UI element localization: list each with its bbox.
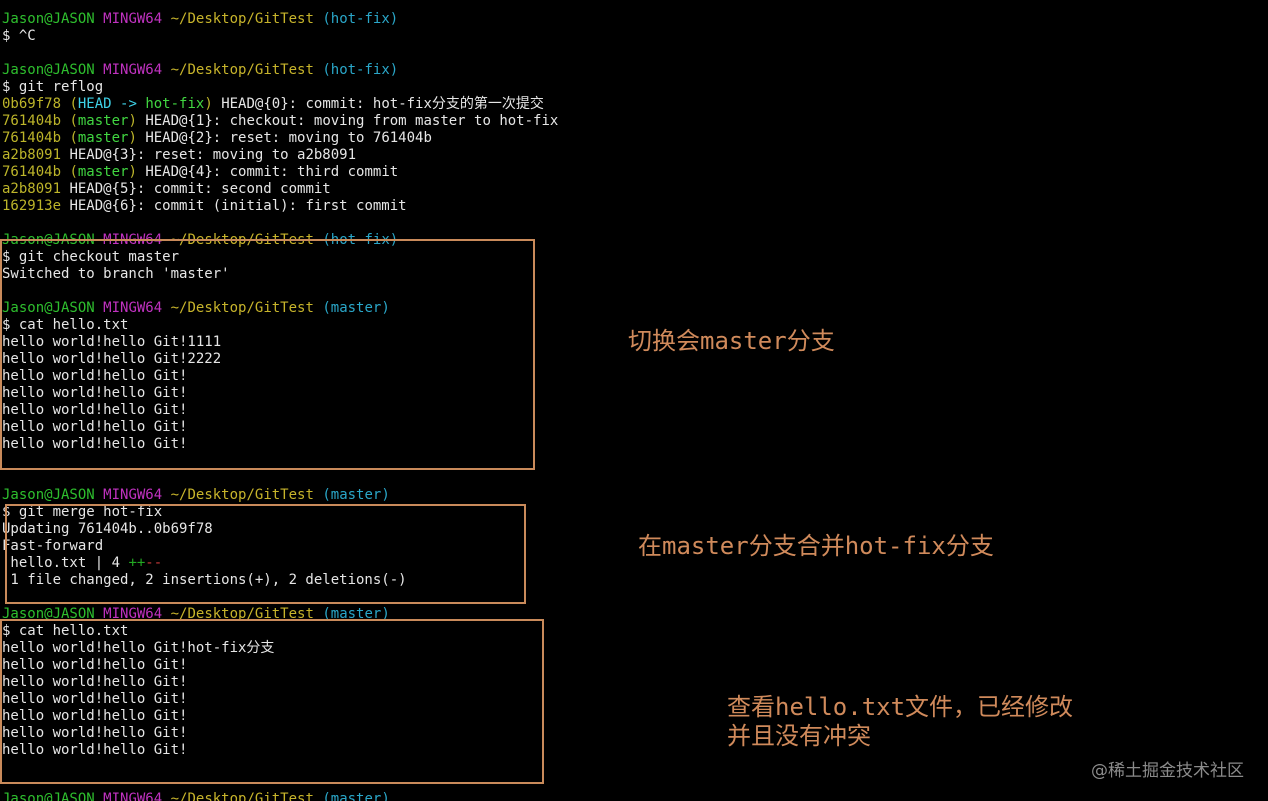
prompt-branch: (master) (322, 487, 390, 503)
commit-hash: 761404b (2, 130, 62, 146)
highlight-box-merge (5, 504, 526, 604)
prompt-branch: (hot-fix) (322, 62, 399, 78)
highlight-box-checkout (0, 239, 535, 470)
branch-ref: master (77, 113, 129, 129)
command-line: $ git reflog (2, 79, 104, 95)
commit-hash: a2b8091 (2, 181, 62, 197)
annotation-switch: 切换会master分支 (628, 327, 835, 355)
reflog-line: 761404b (master) HEAD@{4}: commit: third… (2, 164, 399, 180)
commit-hash: 761404b (2, 113, 62, 129)
prompt-system: MINGW64 (103, 487, 163, 503)
annotation-view-line1: 查看hello.txt文件，已经修改 (727, 693, 1074, 721)
prompt-line: Jason@JASON MINGW64 ~/Desktop/GitTest (h… (2, 62, 398, 79)
prompt-branch: (hot-fix) (322, 11, 399, 27)
reflog-line: 761404b (master) HEAD@{1}: checkout: mov… (2, 113, 559, 129)
command-line: $ ^C (2, 28, 36, 44)
prompt-line: Jason@JASON MINGW64 ~/Desktop/GitTest (m… (2, 487, 390, 504)
commit-hash: 0b69f78 (2, 96, 62, 112)
reflog-line: 0b69f78 (HEAD -> hot-fix) HEAD@{0}: comm… (2, 96, 544, 112)
prompt-user: Jason@JASON (2, 791, 95, 801)
commit-hash: 761404b (2, 164, 62, 180)
prompt-path: ~/Desktop/GitTest (170, 62, 314, 78)
highlight-box-result (0, 619, 544, 784)
prompt-system: MINGW64 (103, 62, 163, 78)
reflog-line: a2b8091 HEAD@{3}: reset: moving to a2b80… (2, 147, 357, 163)
prompt-path: ~/Desktop/GitTest (170, 487, 314, 503)
reflog-line: a2b8091 HEAD@{5}: commit: second commit (2, 181, 331, 197)
prompt-path: ~/Desktop/GitTest (170, 11, 314, 27)
head-ref: HEAD -> (77, 96, 146, 112)
prompt-user: Jason@JASON (2, 487, 95, 503)
branch-ref: hot-fix (145, 96, 205, 112)
prompt-branch: (master) (322, 791, 390, 801)
watermark: @稀土掘金技术社区 (1091, 761, 1244, 781)
commit-hash: a2b8091 (2, 147, 62, 163)
prompt-line: Jason@JASON MINGW64 ~/Desktop/GitTest (h… (2, 11, 398, 28)
commit-hash: 162913e (2, 198, 62, 214)
prompt-user: Jason@JASON (2, 11, 95, 27)
prompt-line: Jason@JASON MINGW64 ~/Desktop/GitTest (m… (2, 791, 390, 801)
prompt-system: MINGW64 (103, 791, 163, 801)
prompt-path: ~/Desktop/GitTest (170, 791, 314, 801)
annotation-view-line2: 并且没有冲突 (727, 722, 871, 750)
annotation-merge: 在master分支合并hot-fix分支 (638, 532, 994, 560)
terminal-window[interactable]: Jason@JASON MINGW64 ~/Desktop/GitTest (h… (0, 0, 1268, 801)
reflog-line: 162913e HEAD@{6}: commit (initial): firs… (2, 198, 407, 214)
prompt-system: MINGW64 (103, 11, 163, 27)
branch-ref: master (77, 164, 129, 180)
prompt-user: Jason@JASON (2, 62, 95, 78)
branch-ref: master (77, 130, 129, 146)
reflog-line: 761404b (master) HEAD@{2}: reset: moving… (2, 130, 432, 146)
